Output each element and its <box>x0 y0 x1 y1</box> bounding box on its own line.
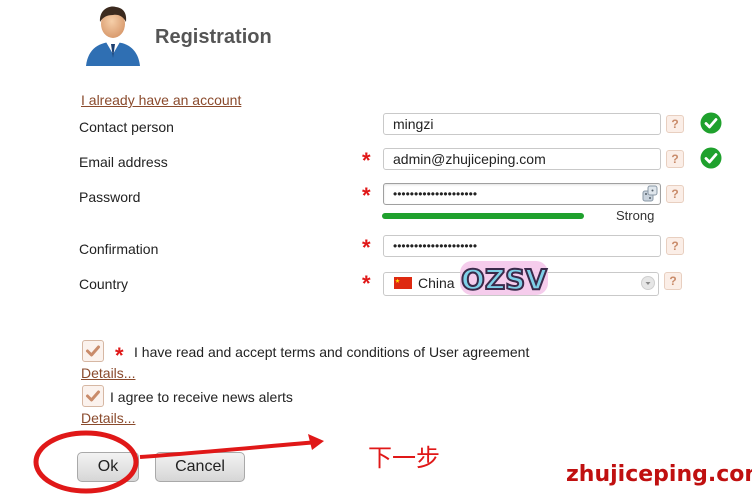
password-generator-icon[interactable] <box>640 184 660 204</box>
password-input[interactable]: •••••••••••••••••••• <box>383 183 661 205</box>
news-check-icon <box>86 390 100 402</box>
password-strength-label: Strong <box>616 208 655 223</box>
password-strength-bar <box>382 213 584 219</box>
news-checkbox[interactable] <box>82 385 104 407</box>
next-step-annotation: 下一步 <box>368 444 440 472</box>
confirmation-required-marker: * <box>362 235 371 260</box>
country-value: China <box>418 275 455 291</box>
terms-checkbox[interactable] <box>82 340 104 362</box>
already-have-account-link[interactable]: I already have an account <box>81 92 241 108</box>
terms-check-icon <box>86 345 100 357</box>
terms-required-marker: * <box>115 343 124 368</box>
contact-person-valid-icon <box>700 112 722 134</box>
email-help-icon[interactable]: ? <box>666 150 684 168</box>
contact-person-input[interactable]: mingzi <box>383 113 661 135</box>
country-required-marker: * <box>362 271 371 296</box>
contact-person-help-icon[interactable]: ? <box>666 115 684 133</box>
annotation-arrowhead <box>308 434 324 450</box>
email-valid-icon <box>700 147 722 169</box>
terms-label: I have read and accept terms and conditi… <box>134 344 530 360</box>
password-help-icon[interactable]: ? <box>666 185 684 203</box>
news-details-link[interactable]: Details... <box>81 410 135 426</box>
page-title: Registration <box>155 26 272 48</box>
email-label: Email address <box>79 154 168 170</box>
ozsv-logo: OZSV <box>460 261 548 297</box>
confirmation-label: Confirmation <box>79 241 159 257</box>
user-avatar-icon <box>86 6 140 66</box>
country-help-icon[interactable]: ? <box>664 272 682 290</box>
password-label: Password <box>79 189 141 205</box>
confirmation-help-icon[interactable]: ? <box>666 237 684 255</box>
china-flag-icon <box>394 277 412 289</box>
password-required-marker: * <box>362 183 371 208</box>
contact-person-label: Contact person <box>79 119 174 135</box>
email-required-marker: * <box>362 148 371 173</box>
annotation-circle <box>33 430 139 494</box>
terms-details-link[interactable]: Details... <box>81 365 135 381</box>
email-input[interactable]: admin@zhujiceping.com <box>383 148 661 170</box>
country-label: Country <box>79 276 129 292</box>
news-label: I agree to receive news alerts <box>110 389 293 405</box>
chevron-down-icon[interactable] <box>641 276 655 290</box>
confirmation-input[interactable]: •••••••••••••••••••• <box>383 235 661 257</box>
annotation-arrow <box>139 440 319 459</box>
annotation-overlay <box>33 430 324 494</box>
site-watermark: zhujiceping.com <box>566 462 752 487</box>
ozsv-logo-text: OZSV <box>461 263 547 296</box>
